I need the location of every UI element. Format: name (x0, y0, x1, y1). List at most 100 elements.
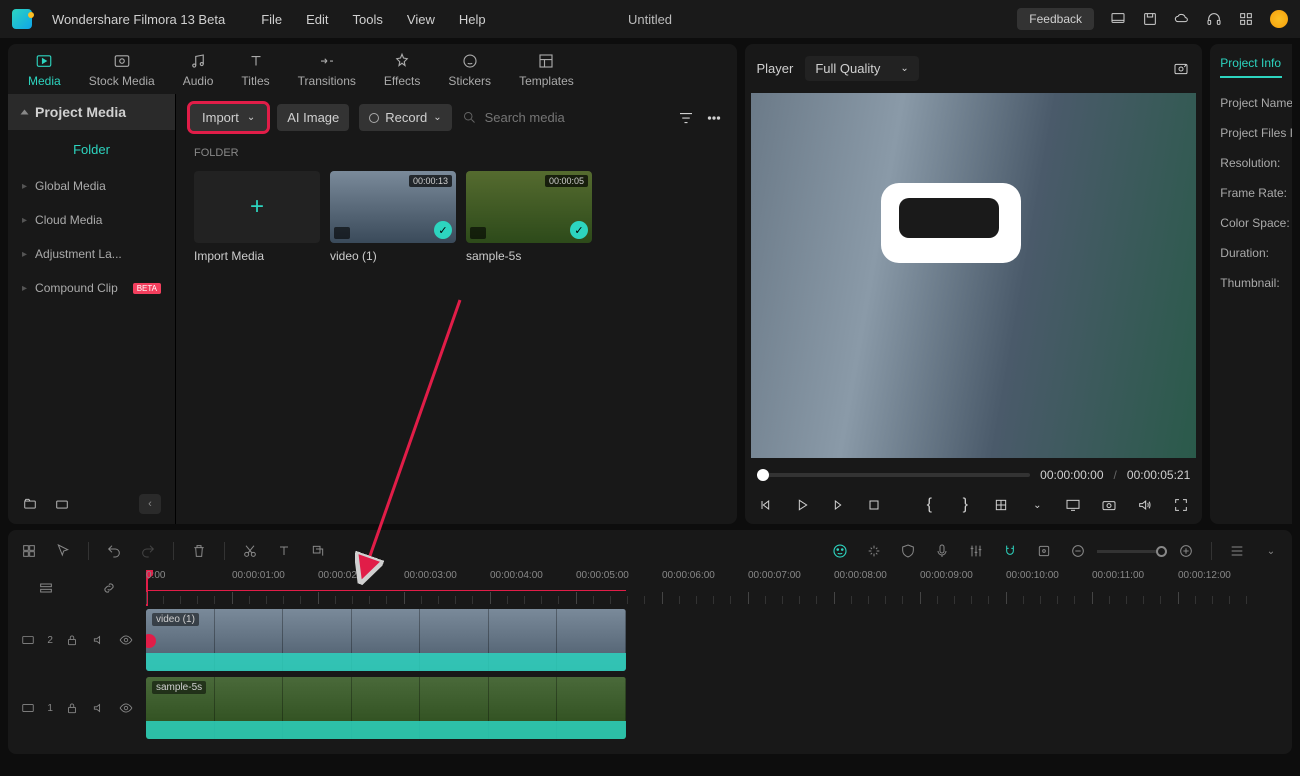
app-name: Wondershare Filmora 13 Beta (52, 12, 225, 27)
lock-icon[interactable] (64, 633, 80, 647)
snapshot-preview-icon[interactable] (1172, 61, 1190, 77)
ai-image-button[interactable]: AI Image (277, 104, 349, 131)
cut-icon[interactable] (241, 542, 259, 560)
camera-icon[interactable] (1100, 496, 1118, 514)
menu-help[interactable]: Help (459, 12, 486, 27)
tab-titles[interactable]: Titles (241, 52, 269, 94)
quality-select[interactable]: Full Quality (805, 56, 918, 81)
cloud-icon[interactable] (1174, 11, 1190, 27)
sidebar-cloud-media[interactable]: Cloud Media (8, 203, 175, 237)
menu-tools[interactable]: Tools (353, 12, 383, 27)
import-button[interactable]: Import (190, 104, 267, 131)
layout-icon[interactable] (20, 542, 38, 560)
zoom-in-icon[interactable] (1177, 542, 1195, 560)
mute-icon[interactable] (91, 701, 107, 715)
info-row: Frame Rate: (1220, 178, 1282, 208)
folder-label: FOLDER (176, 141, 737, 165)
preview-viewport[interactable] (751, 93, 1197, 458)
save-icon[interactable] (1142, 11, 1158, 27)
shield-icon[interactable] (899, 542, 917, 560)
folder-item[interactable]: Folder (8, 130, 175, 169)
marker-icon[interactable] (1035, 542, 1053, 560)
sidebar-global-media[interactable]: Global Media (8, 169, 175, 203)
import-media-tile[interactable]: + Import Media (194, 171, 320, 263)
next-frame-icon[interactable] (829, 496, 847, 514)
project-media-item[interactable]: Project Media (8, 94, 175, 130)
undo-icon[interactable] (105, 542, 123, 560)
new-folder-icon[interactable] (22, 497, 38, 511)
preview-panel: Player Full Quality 00:00:00:00 / 00:00:… (745, 44, 1203, 524)
fullscreen-icon[interactable] (1172, 496, 1190, 514)
sidebar-compound-clip[interactable]: Compound ClipBETA (8, 271, 175, 305)
user-avatar[interactable] (1270, 10, 1288, 28)
link-icon[interactable] (101, 580, 117, 596)
ai-icon[interactable] (831, 542, 849, 560)
mark-in-icon[interactable]: { (920, 496, 938, 514)
timeline-clip-video1[interactable]: video (1) (146, 609, 626, 671)
stop-icon[interactable] (865, 496, 883, 514)
chevron-down-icon[interactable]: ⌄ (1262, 542, 1280, 560)
video-type-icon (334, 227, 350, 239)
media-thumb-video1[interactable]: 00:00:13✓ video (1) (330, 171, 456, 263)
filter-icon[interactable] (677, 109, 695, 127)
mute-icon[interactable] (91, 633, 107, 647)
crop-tl-icon[interactable] (309, 542, 327, 560)
mixer-icon[interactable] (967, 542, 985, 560)
tab-templates[interactable]: Templates (519, 52, 574, 94)
tab-stickers[interactable]: Stickers (448, 52, 491, 94)
menu-file[interactable]: File (261, 12, 282, 27)
folder-icon[interactable] (54, 497, 70, 511)
media-thumb-sample5s[interactable]: 00:00:05✓ sample-5s (466, 171, 592, 263)
timeline-clip-sample5s[interactable]: sample-5s (146, 677, 626, 739)
crop-icon[interactable] (992, 496, 1010, 514)
info-title[interactable]: Project Info (1220, 56, 1282, 78)
display-icon[interactable] (1064, 496, 1082, 514)
info-row: Resolution: (1220, 148, 1282, 178)
tab-media[interactable]: Media (28, 52, 61, 94)
menu-edit[interactable]: Edit (306, 12, 328, 27)
track-expand-icon[interactable] (38, 580, 54, 596)
search-input[interactable] (485, 110, 667, 125)
collapse-button[interactable]: ‹ (139, 494, 161, 514)
chevron-down-icon[interactable]: ⌄ (1028, 496, 1046, 514)
volume-icon[interactable] (1136, 496, 1154, 514)
timeline-ruler[interactable]: 0:0000:00:01:0000:00:02:0000:00:03:0000:… (146, 570, 1292, 606)
tab-transitions[interactable]: Transitions (298, 52, 356, 94)
mic-icon[interactable] (933, 542, 951, 560)
redo-icon[interactable] (139, 542, 157, 560)
play-icon[interactable] (793, 496, 811, 514)
eye-icon[interactable] (118, 701, 134, 715)
check-icon: ✓ (434, 221, 452, 239)
feedback-button[interactable]: Feedback (1017, 8, 1094, 30)
zoom-out-icon[interactable] (1069, 542, 1087, 560)
info-row: Project Files I (1220, 118, 1282, 148)
sidebar-adjustment-layer[interactable]: Adjustment La... (8, 237, 175, 271)
info-row: Color Space: (1220, 208, 1282, 238)
tab-stock-media[interactable]: Stock Media (89, 52, 155, 94)
headphones-icon[interactable] (1206, 11, 1222, 27)
prev-frame-icon[interactable] (757, 496, 775, 514)
time-total: 00:00:05:21 (1127, 468, 1190, 482)
mark-out-icon[interactable]: } (956, 496, 974, 514)
zoom-slider[interactable] (1097, 550, 1167, 553)
monitor-icon[interactable] (1110, 11, 1126, 27)
scrubber[interactable] (757, 473, 1031, 477)
tab-audio[interactable]: Audio (183, 52, 214, 94)
apps-icon[interactable] (1238, 11, 1254, 27)
eye-icon[interactable] (118, 633, 134, 647)
delete-icon[interactable] (190, 542, 208, 560)
record-button[interactable]: Record (359, 104, 451, 131)
document-title: Untitled (628, 12, 672, 27)
text-icon[interactable] (275, 542, 293, 560)
lock-icon[interactable] (64, 701, 80, 715)
more-icon[interactable] (705, 109, 723, 127)
main-menu: File Edit Tools View Help (261, 12, 485, 27)
cursor-icon[interactable] (54, 542, 72, 560)
menu-view[interactable]: View (407, 12, 435, 27)
check-icon: ✓ (570, 221, 588, 239)
tab-effects[interactable]: Effects (384, 52, 420, 94)
view-options-icon[interactable] (1228, 542, 1246, 560)
sparkle-icon[interactable] (865, 542, 883, 560)
panel-tabs: Media Stock Media Audio Titles Transitio… (8, 44, 737, 94)
magnet-icon[interactable] (1001, 542, 1019, 560)
